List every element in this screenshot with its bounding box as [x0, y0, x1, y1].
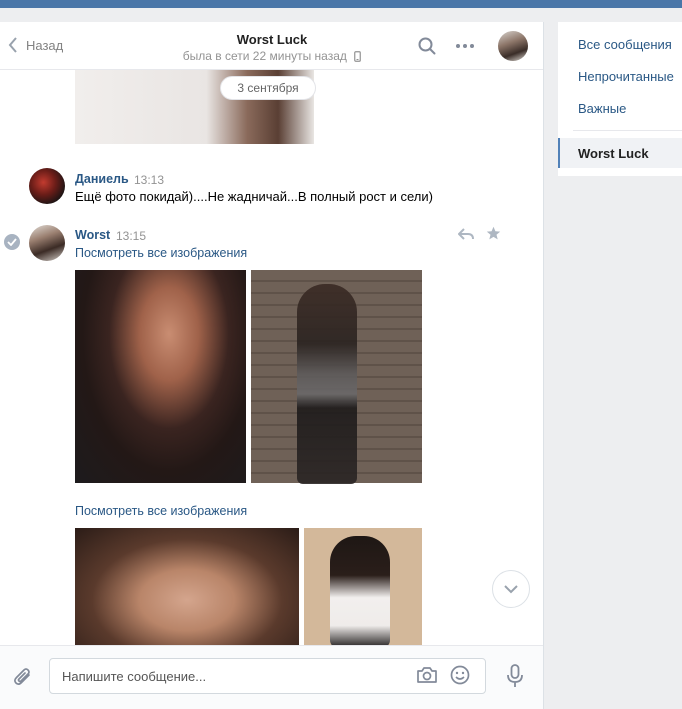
- reply-icon[interactable]: [458, 227, 474, 244]
- chevron-down-icon: [504, 584, 518, 593]
- photo-attachment[interactable]: [75, 270, 246, 483]
- camera-icon: [417, 667, 437, 683]
- date-separator: 3 сентября: [220, 76, 316, 100]
- active-conversation-item[interactable]: Worst Luck: [558, 138, 682, 168]
- message-text: Ещё фото покидай)....Не жадничай...В пол…: [75, 189, 433, 204]
- peer-avatar[interactable]: [498, 31, 528, 61]
- scroll-down-button[interactable]: [492, 570, 530, 608]
- photo-attachment[interactable]: [75, 528, 299, 645]
- peer-status: была в сети 22 минуты назад: [0, 49, 543, 63]
- avatar-daniel[interactable]: [29, 168, 65, 204]
- active-conversation-label: Worst Luck: [578, 146, 649, 161]
- photo-attachment[interactable]: [304, 528, 422, 645]
- smile-icon: [450, 665, 470, 685]
- chat-header: Назад Worst Luck была в сети 22 минуты н…: [0, 22, 543, 70]
- star-icon[interactable]: [486, 226, 501, 244]
- messages-filter-panel: Все сообщения Непрочитанные Важные Worst…: [558, 22, 682, 176]
- peer-status-text: была в сети 22 минуты назад: [182, 49, 347, 63]
- microphone-icon: [507, 664, 523, 687]
- message-feed[interactable]: 3 сентября Даниель 13:13 Ещё фото покида…: [0, 70, 543, 645]
- message-composer: [0, 645, 543, 709]
- view-all-images-link[interactable]: Посмотреть все изображения: [75, 246, 247, 260]
- divider: [573, 130, 682, 131]
- check-icon: [4, 234, 20, 250]
- filter-important[interactable]: Важные: [578, 101, 626, 116]
- camera-button[interactable]: [416, 666, 438, 687]
- filter-unread[interactable]: Непрочитанные: [578, 69, 674, 84]
- message-author[interactable]: Даниель: [75, 172, 129, 186]
- emoji-button[interactable]: [450, 665, 470, 688]
- photo-attachment[interactable]: [251, 270, 422, 484]
- chat-panel: Назад Worst Luck была в сети 22 минуты н…: [0, 22, 544, 709]
- search-icon: [418, 37, 436, 55]
- filter-all-messages[interactable]: Все сообщения: [578, 37, 672, 52]
- message-author[interactable]: Worst: [75, 228, 110, 242]
- message-time: 13:15: [116, 229, 147, 243]
- view-all-images-link[interactable]: Посмотреть все изображения: [75, 504, 247, 518]
- paperclip-icon: [14, 668, 30, 685]
- search-button[interactable]: [418, 37, 436, 58]
- attach-button[interactable]: [12, 666, 34, 691]
- voice-message-button[interactable]: [506, 664, 524, 691]
- message-time: 13:13: [134, 173, 165, 187]
- phone-icon: [354, 51, 362, 62]
- avatar-worst[interactable]: [29, 225, 65, 261]
- top-bar: [0, 0, 682, 8]
- more-icon[interactable]: [456, 44, 474, 48]
